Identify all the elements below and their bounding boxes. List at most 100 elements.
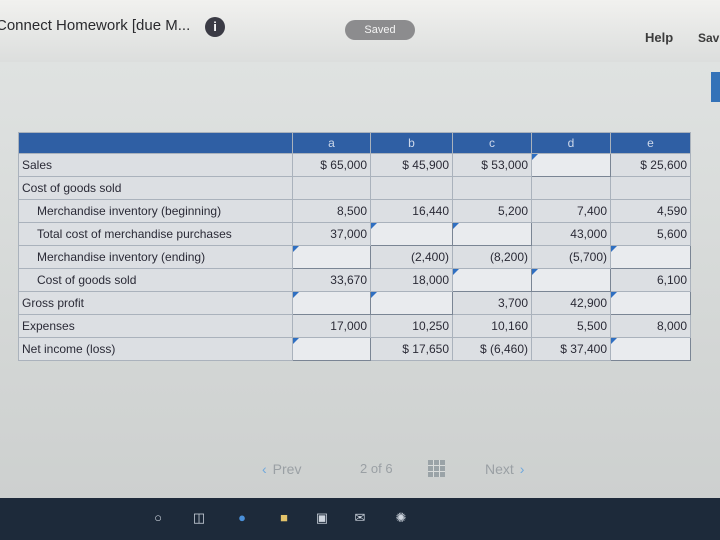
row-label: Cost of goods sold bbox=[18, 176, 293, 200]
answer-input[interactable] bbox=[610, 291, 691, 315]
input-marker-icon bbox=[453, 223, 459, 229]
table-cell: 7,400 bbox=[531, 199, 611, 223]
answer-input[interactable] bbox=[610, 245, 691, 269]
answer-input[interactable] bbox=[531, 268, 611, 292]
input-marker-icon bbox=[611, 338, 617, 344]
table-cell: 43,000 bbox=[531, 222, 611, 246]
chevron-right-icon: › bbox=[519, 461, 525, 477]
table-cell: 8,000 bbox=[610, 314, 691, 338]
next-label: Next bbox=[485, 461, 514, 477]
table-cell: 10,250 bbox=[370, 314, 453, 338]
app-title: Connect Homework [due M... bbox=[0, 17, 191, 34]
table-cell: 5,200 bbox=[452, 199, 532, 223]
table-row: Merchandise inventory (beginning) 8,500 … bbox=[18, 199, 691, 223]
table-cell: $ (6,460) bbox=[452, 337, 532, 361]
table-row: Cost of goods sold bbox=[18, 176, 691, 200]
input-marker-icon bbox=[532, 269, 538, 275]
row-label: Merchandise inventory (beginning) bbox=[18, 199, 293, 223]
column-header-a: a bbox=[292, 132, 371, 154]
answer-input[interactable] bbox=[610, 337, 691, 361]
table-cell: $ 17,650 bbox=[370, 337, 453, 361]
table-cell: $ 45,900 bbox=[370, 153, 453, 177]
input-marker-icon bbox=[293, 292, 299, 298]
table-row: Cost of goods sold 33,670 18,000 6,100 bbox=[18, 268, 691, 292]
input-marker-icon bbox=[293, 338, 299, 344]
table-cell: $ 25,600 bbox=[610, 153, 691, 177]
info-icon[interactable]: i bbox=[205, 17, 225, 37]
table-header-row: a b c d e bbox=[18, 132, 691, 154]
page-indicator: 2 of 6 bbox=[360, 461, 393, 476]
page-current: 2 bbox=[360, 461, 368, 476]
file-explorer-icon[interactable]: ■ bbox=[275, 508, 293, 528]
column-header-e: e bbox=[610, 132, 691, 154]
answer-input[interactable] bbox=[370, 222, 453, 246]
answer-input[interactable] bbox=[531, 153, 611, 177]
table-cell: 6,100 bbox=[610, 268, 691, 292]
row-label: Merchandise inventory (ending) bbox=[18, 245, 293, 269]
input-marker-icon bbox=[611, 292, 617, 298]
edge-icon[interactable]: ● bbox=[233, 508, 251, 528]
row-label: Total cost of merchandise purchases bbox=[18, 222, 293, 246]
column-header-b: b bbox=[370, 132, 453, 154]
table-cell: 42,900 bbox=[531, 291, 611, 315]
table-cell: 37,000 bbox=[292, 222, 371, 246]
answer-input[interactable] bbox=[452, 268, 532, 292]
column-header-c: c bbox=[452, 132, 532, 154]
table-row: Merchandise inventory (ending) (2,400) (… bbox=[18, 245, 691, 269]
input-marker-icon bbox=[453, 269, 459, 275]
input-marker-icon bbox=[611, 246, 617, 252]
homework-table: a b c d e Sales $ 65,000 $ 45,900 $ 53,0… bbox=[18, 132, 691, 361]
table-cell: (5,700) bbox=[531, 245, 611, 269]
task-view-icon[interactable]: ◫ bbox=[190, 508, 208, 528]
table-cell: $ 37,400 bbox=[531, 337, 611, 361]
top-bar: Connect Homework [due M... i Saved Help … bbox=[0, 0, 720, 62]
prev-label: Prev bbox=[272, 461, 302, 477]
table-cell: (8,200) bbox=[452, 245, 532, 269]
prev-button[interactable]: ‹ Prev bbox=[262, 461, 301, 477]
answer-input[interactable] bbox=[370, 291, 453, 315]
table-cell: 5,600 bbox=[610, 222, 691, 246]
chevron-left-icon: ‹ bbox=[262, 461, 267, 477]
save-exit-button[interactable]: Sav bbox=[698, 31, 719, 45]
input-marker-icon bbox=[293, 246, 299, 252]
side-panel-tab[interactable] bbox=[711, 72, 720, 102]
answer-input[interactable] bbox=[292, 337, 371, 361]
table-row: Expenses 17,000 10,250 10,160 5,500 8,00… bbox=[18, 314, 691, 338]
store-icon[interactable]: ▣ bbox=[313, 508, 331, 528]
table-cell: 17,000 bbox=[292, 314, 371, 338]
table-cell: 18,000 bbox=[370, 268, 453, 292]
table-cell: 16,440 bbox=[370, 199, 453, 223]
photos-icon[interactable]: ✺ bbox=[392, 508, 410, 528]
next-button[interactable]: Next › bbox=[485, 461, 524, 477]
row-label: Cost of goods sold bbox=[18, 268, 293, 292]
mail-icon[interactable]: ✉ bbox=[350, 508, 370, 528]
row-label: Gross profit bbox=[18, 291, 293, 315]
table-cell: 5,500 bbox=[531, 314, 611, 338]
table-cell: (2,400) bbox=[370, 245, 453, 269]
table-cell: $ 65,000 bbox=[292, 153, 371, 177]
table-row: Total cost of merchandise purchases 37,0… bbox=[18, 222, 691, 246]
table-cell: $ 53,000 bbox=[452, 153, 532, 177]
answer-input[interactable] bbox=[452, 222, 532, 246]
answer-input[interactable] bbox=[292, 245, 371, 269]
table-cell: 3,700 bbox=[452, 291, 532, 315]
column-header-label bbox=[18, 132, 293, 154]
input-marker-icon bbox=[371, 292, 377, 298]
table-cell: 8,500 bbox=[292, 199, 371, 223]
answer-input[interactable] bbox=[292, 291, 371, 315]
table-cell: 10,160 bbox=[452, 314, 532, 338]
cortana-icon[interactable]: ○ bbox=[150, 508, 166, 528]
grid-icon[interactable] bbox=[428, 460, 445, 477]
table-row: Sales $ 65,000 $ 45,900 $ 53,000 $ 25,60… bbox=[18, 153, 691, 177]
input-marker-icon bbox=[371, 223, 377, 229]
help-button[interactable]: Help bbox=[645, 30, 673, 45]
table-cell: 4,590 bbox=[610, 199, 691, 223]
table-row: Gross profit 3,700 42,900 bbox=[18, 291, 691, 315]
table-cell: 33,670 bbox=[292, 268, 371, 292]
page-total: 6 bbox=[385, 461, 393, 476]
page-of: of bbox=[370, 461, 382, 476]
input-marker-icon bbox=[532, 154, 538, 160]
row-label: Net income (loss) bbox=[18, 337, 293, 361]
row-label: Sales bbox=[18, 153, 293, 177]
table-row: Net income (loss) $ 17,650 $ (6,460) $ 3… bbox=[18, 337, 691, 361]
